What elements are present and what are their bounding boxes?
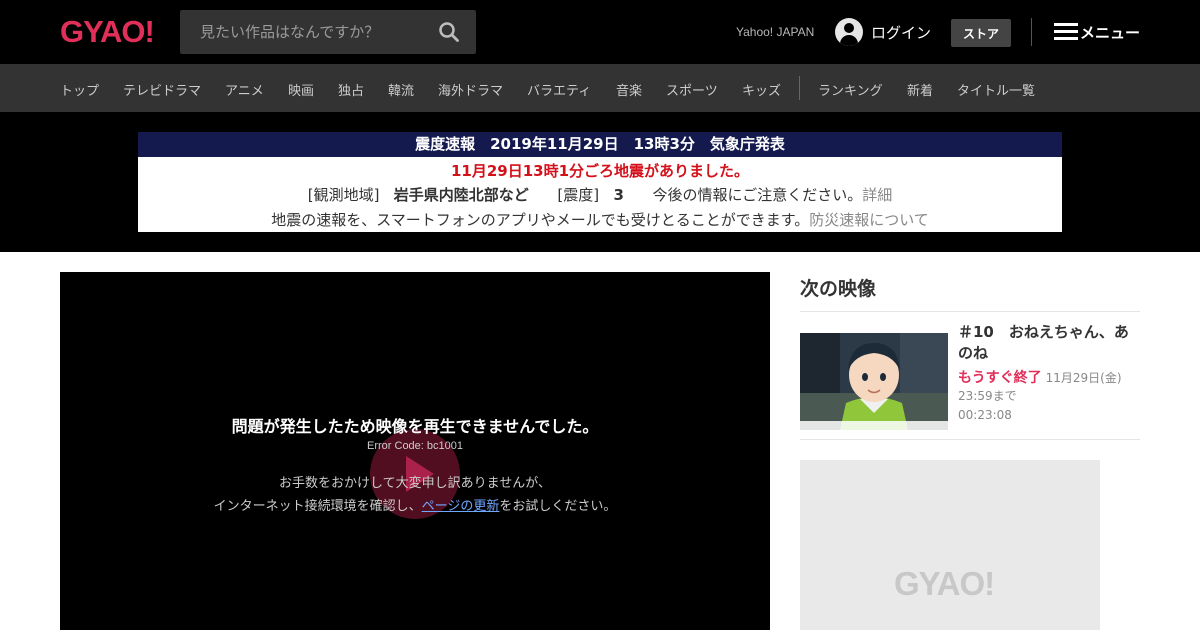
alert-headline: 11月29日13時1分ごろ地震がありました。	[450, 162, 750, 180]
error-message-pre: インターネット接続環境を確認し、	[213, 499, 422, 514]
login-label: ログイン	[871, 23, 932, 42]
gyao-logo[interactable]: GYAO!	[60, 14, 155, 50]
nav-item-title-list[interactable]: タイトル一覧	[957, 80, 1035, 99]
alert-details: [観測地域] 岩手県内陸北部など [震度] 3 今後の情報にご注意ください。詳細	[138, 183, 1062, 208]
alert-band: 震度速報 2019年11月29日 13時3分 気象庁発表 11月29日13時1分…	[0, 112, 1200, 252]
next-video-heading: 次の映像	[800, 278, 877, 300]
alert-detail-link[interactable]: 詳細	[862, 186, 892, 204]
error-message-line1: お手数をおかけして大変申し訳ありませんが、	[279, 476, 551, 491]
hamburger-icon	[1054, 23, 1078, 41]
next-video-title[interactable]: ＃10 おねえちゃん、あのね	[958, 322, 1142, 364]
error-title: 問題が発生したため映像を再生できませんでした。	[231, 417, 599, 436]
nav-item-ranking[interactable]: ランキング	[818, 80, 883, 99]
ending-soon-badge: もうすぐ終了	[958, 370, 1042, 386]
menu-button[interactable]: メニュー	[1054, 20, 1140, 44]
region-label: [観測地域]	[307, 186, 380, 204]
next-video-thumbnail[interactable]	[800, 333, 948, 430]
nav-item-music[interactable]: 音楽	[616, 80, 642, 99]
nav-item-anime[interactable]: アニメ	[225, 80, 264, 99]
search-input[interactable]	[180, 10, 430, 54]
page-reload-link[interactable]: ページの更新	[422, 499, 500, 514]
header: GYAO! Yahoo! JAPAN ログイン ストア メニュー	[0, 0, 1200, 64]
nav-item-sports[interactable]: スポーツ	[666, 80, 718, 99]
nav-item-kids[interactable]: キッズ	[742, 80, 781, 99]
alert-app-text: 地震の速報を、スマートフォンのアプリやメールでも受けとることができます。	[271, 211, 810, 229]
nav-item-variety[interactable]: バラエティ	[527, 80, 591, 99]
error-message-post: をお試しください。	[499, 499, 617, 514]
divider	[800, 311, 1140, 312]
alert-title: 震度速報 2019年11月29日 13時3分 気象庁発表	[138, 132, 1062, 157]
region-value: 岩手県内陸北部など	[393, 186, 529, 204]
search-box	[180, 10, 476, 54]
nav-item-new[interactable]: 新着	[907, 80, 933, 99]
nav-item-tv-drama[interactable]: テレビドラマ	[123, 80, 201, 99]
nav-item-foreign-drama[interactable]: 海外ドラマ	[438, 80, 503, 99]
divider	[800, 439, 1140, 440]
menu-label: メニュー	[1080, 23, 1141, 42]
intensity-label: [震度]	[557, 186, 600, 204]
video-duration: 00:23:08	[958, 408, 1012, 422]
nav-item-movie[interactable]: 映画	[288, 80, 314, 99]
ad-gyao-logo: GYAO!	[894, 565, 995, 602]
store-button[interactable]: ストア	[951, 19, 1011, 47]
earthquake-alert: 震度速報 2019年11月29日 13時3分 気象庁発表 11月29日13時1分…	[138, 132, 1062, 232]
nav-divider	[799, 76, 800, 100]
user-icon	[835, 18, 863, 46]
availability: もうすぐ終了 11月29日(金) 23:59まで	[958, 369, 1142, 405]
alert-notice: 今後の情報にご注意ください。	[652, 186, 863, 204]
video-player[interactable]: 問題が発生したため映像を再生できませんでした。 Error Code: bc10…	[60, 272, 770, 630]
yahoo-japan-link[interactable]: Yahoo! JAPAN	[736, 25, 814, 39]
nav-item-exclusive[interactable]: 独占	[338, 80, 364, 99]
disaster-info-link[interactable]: 防災速報について	[809, 211, 929, 229]
ad-banner[interactable]: GYAO!	[800, 460, 1100, 630]
search-icon[interactable]	[438, 21, 460, 43]
alert-app-info: 地震の速報を、スマートフォンのアプリやメールでも受けとることができます。防災速報…	[138, 208, 1062, 232]
nav-item-korean[interactable]: 韓流	[388, 80, 414, 99]
error-message-line2: インターネット接続環境を確認し、ページの更新をお試しください。	[60, 495, 770, 514]
intensity-value: 3	[613, 186, 624, 204]
category-nav: トップ テレビドラマ アニメ 映画 独占 韓流 海外ドラマ バラエティ 音楽 ス…	[0, 64, 1200, 112]
error-code: Error Code: bc1001	[367, 440, 463, 452]
nav-item-top[interactable]: トップ	[60, 80, 99, 99]
login-button[interactable]: ログイン	[835, 18, 931, 46]
header-divider	[1031, 18, 1032, 46]
